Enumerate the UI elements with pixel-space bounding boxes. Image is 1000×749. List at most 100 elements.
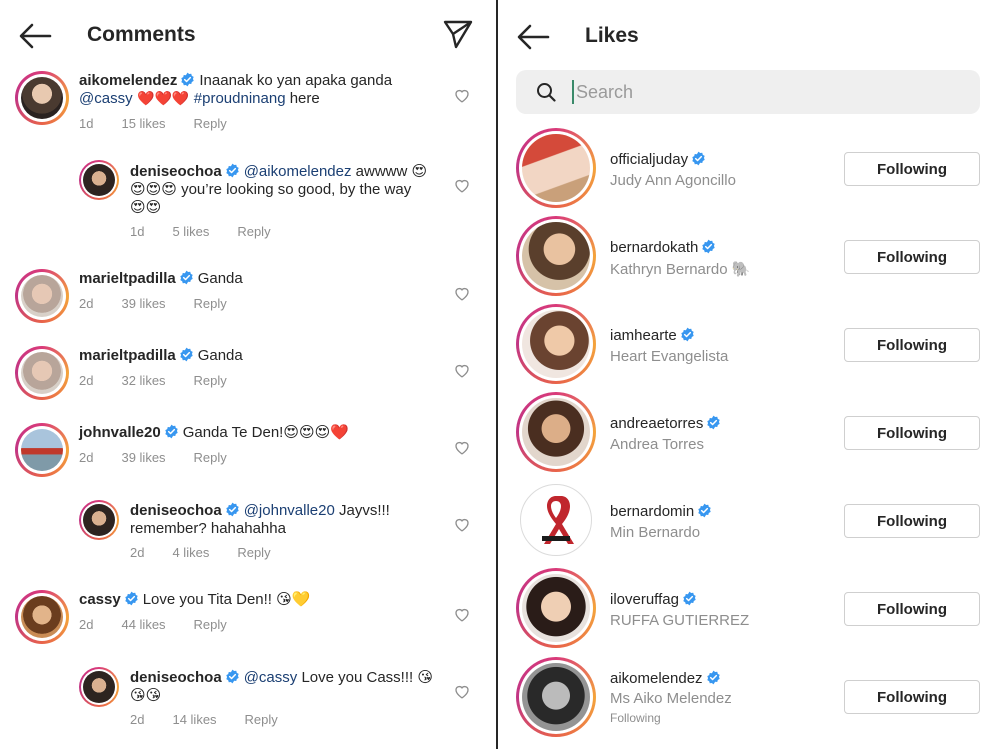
page-title: Likes <box>585 24 639 47</box>
comment-likes[interactable]: 39 likes <box>121 450 165 465</box>
liker-username[interactable]: officialjuday <box>610 151 710 168</box>
comment-username[interactable]: johnvalle20 <box>79 424 161 441</box>
liker-username[interactable]: aikomelendez <box>610 670 725 687</box>
comment-username[interactable]: marieltpadilla <box>79 270 176 287</box>
avatar[interactable] <box>21 77 63 119</box>
verified-badge-icon <box>706 670 721 685</box>
liker-username[interactable]: bernardokath <box>610 239 720 256</box>
reply-button[interactable]: Reply <box>194 116 227 131</box>
comment-likes[interactable]: 5 likes <box>172 224 209 239</box>
mention-link[interactable]: @cassy <box>79 90 133 107</box>
mention-link[interactable]: @cassy <box>244 669 298 686</box>
verified-badge-icon <box>225 163 240 178</box>
search-input[interactable] <box>572 80 952 104</box>
like-heart-icon[interactable] <box>454 286 470 301</box>
following-button[interactable]: Following <box>844 328 980 362</box>
like-heart-icon[interactable] <box>454 607 470 622</box>
back-arrow-icon[interactable] <box>516 23 550 51</box>
like-heart-icon[interactable] <box>454 517 470 532</box>
reply-button[interactable]: Reply <box>237 224 270 239</box>
like-heart-icon[interactable] <box>454 88 470 103</box>
avatar[interactable] <box>522 222 590 290</box>
comment-text: 😍😍 <box>130 199 162 216</box>
comment-text: Ganda <box>197 347 243 364</box>
verified-badge-icon <box>680 327 695 342</box>
comment-text: 😘😘 <box>130 687 162 704</box>
comment-likes[interactable]: 4 likes <box>172 545 209 560</box>
mention-link[interactable]: @aikomelendez <box>244 163 352 180</box>
reply-button[interactable]: Reply <box>245 712 278 727</box>
comment-username[interactable]: deniseochoa <box>130 502 222 519</box>
following-button[interactable]: Following <box>844 240 980 274</box>
avatar[interactable] <box>522 310 590 378</box>
verified-badge-icon <box>697 503 712 518</box>
liker-username[interactable]: bernardomin <box>610 503 716 520</box>
liker-follow-status: Following <box>610 711 661 725</box>
comment-username[interactable]: marieltpadilla <box>79 347 176 364</box>
following-button[interactable]: Following <box>844 416 980 450</box>
like-heart-icon[interactable] <box>454 684 470 699</box>
liker-row[interactable]: iamhearte Heart Evangelista Following <box>498 302 1000 390</box>
comment-text: remember? hahahahha <box>130 520 286 537</box>
reply-button[interactable]: Reply <box>194 617 227 632</box>
avatar[interactable] <box>83 671 115 703</box>
hashtag-link[interactable]: #proudninang <box>194 90 286 107</box>
reply-button[interactable]: Reply <box>194 296 227 311</box>
liker-row[interactable]: iloveruffag RUFFA GUTIERREZ Following <box>498 566 1000 654</box>
like-heart-icon[interactable] <box>454 440 470 455</box>
comment-text: Ganda <box>197 270 243 287</box>
liker-fullname: Min Bernardo <box>610 524 701 541</box>
verified-badge-icon <box>701 239 716 254</box>
comment-username[interactable]: deniseochoa <box>130 163 222 180</box>
avatar[interactable] <box>21 352 63 394</box>
liker-row[interactable]: andreaetorres Andrea Torres Following <box>498 390 1000 478</box>
liker-fullname: RUFFA GUTIERREZ <box>610 612 750 629</box>
reply-button[interactable]: Reply <box>194 450 227 465</box>
avatar[interactable] <box>522 663 590 731</box>
comment-likes[interactable]: 14 likes <box>172 712 216 727</box>
liker-username[interactable]: iamhearte <box>610 327 699 344</box>
comment-likes[interactable]: 32 likes <box>121 373 165 388</box>
liker-row[interactable]: aikomelendez Ms Aiko Melendez Following … <box>498 655 1000 743</box>
comment-likes[interactable]: 39 likes <box>121 296 165 311</box>
reply-button[interactable]: Reply <box>237 545 270 560</box>
verified-badge-icon <box>164 424 179 439</box>
comment-time: 1d <box>79 116 94 131</box>
liker-username[interactable]: andreaetorres <box>610 415 725 432</box>
like-heart-icon[interactable] <box>454 178 470 193</box>
following-button[interactable]: Following <box>844 504 980 538</box>
avatar[interactable] <box>522 398 590 466</box>
avatar[interactable] <box>522 134 590 202</box>
following-button[interactable]: Following <box>844 680 980 714</box>
avatar[interactable] <box>21 275 63 317</box>
following-button[interactable]: Following <box>844 152 980 186</box>
verified-badge-icon <box>682 591 697 606</box>
liker-row[interactable]: officialjuday Judy Ann Agoncillo Followi… <box>498 126 1000 214</box>
reply-button[interactable]: Reply <box>194 373 227 388</box>
liker-row[interactable]: bernardomin Min Bernardo Following <box>498 478 1000 566</box>
avatar[interactable] <box>83 164 115 196</box>
liker-row[interactable]: bernardokath Kathryn Bernardo 🐘 Followin… <box>498 214 1000 302</box>
verified-badge-icon <box>124 591 139 606</box>
like-heart-icon[interactable] <box>454 363 470 378</box>
mention-link[interactable]: @johnvalle20 <box>244 502 335 519</box>
comment-username[interactable]: cassy <box>79 591 121 608</box>
comment-text: Inaanak ko yan apaka ganda <box>199 72 393 89</box>
send-icon[interactable] <box>442 18 474 50</box>
comment-likes[interactable]: 15 likes <box>121 116 165 131</box>
liker-username[interactable]: iloveruffag <box>610 591 701 608</box>
avatar[interactable] <box>21 596 63 638</box>
comment-text: 😍😍😍 you’re looking so good, by the way <box>130 181 412 198</box>
comment-username[interactable]: aikomelendez <box>79 72 177 89</box>
comment-username[interactable]: deniseochoa <box>130 669 222 686</box>
back-arrow-icon[interactable] <box>18 22 52 50</box>
avatar[interactable] <box>83 504 115 536</box>
page-title: Comments <box>87 23 196 46</box>
avatar[interactable] <box>21 429 63 471</box>
search-bar[interactable] <box>516 70 980 114</box>
verified-badge-icon <box>225 502 240 517</box>
comment-likes[interactable]: 44 likes <box>121 617 165 632</box>
avatar[interactable] <box>522 574 590 642</box>
following-button[interactable]: Following <box>844 592 980 626</box>
comment-time: 2d <box>79 373 94 388</box>
